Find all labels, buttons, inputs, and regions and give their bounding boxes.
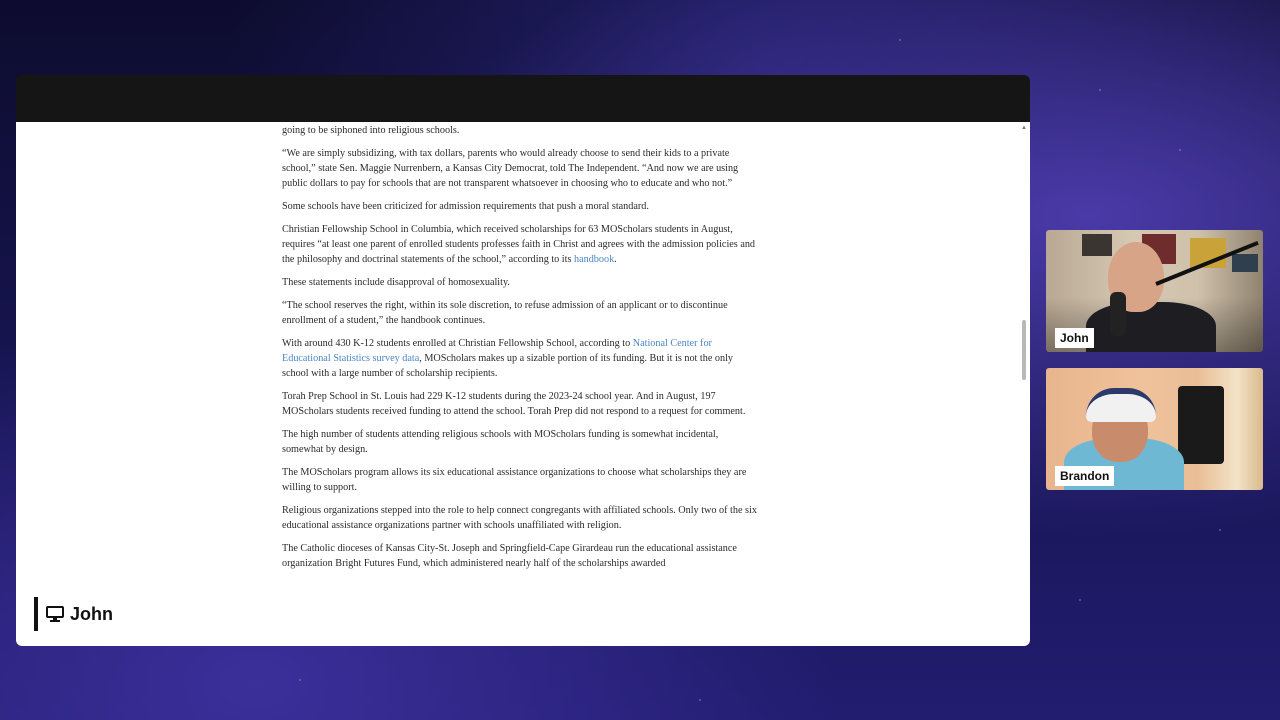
- webcam-tile-john[interactable]: John: [1046, 230, 1263, 352]
- participant-name-label: John: [1055, 328, 1094, 348]
- article-paragraph: “The school reserves the right, within i…: [282, 298, 758, 328]
- article-text: The MOScholars program allows its six ed…: [282, 467, 747, 493]
- browser-page[interactable]: going to be siphoned into religious scho…: [16, 122, 1030, 646]
- vertical-scrollbar[interactable]: ▲ ▼: [1020, 122, 1028, 646]
- article-paragraph: These statements include disapproval of …: [282, 275, 758, 290]
- article-paragraph: The MOScholars program allows its six ed…: [282, 465, 758, 495]
- article-paragraph: “We are simply subsidizing, with tax dol…: [282, 146, 758, 191]
- screen-share-window: going to be siphoned into religious scho…: [16, 75, 1030, 646]
- article-paragraph: Torah Prep School in St. Louis had 229 K…: [282, 389, 758, 419]
- article-text: The Catholic dioceses of Kansas City-St.…: [282, 543, 737, 569]
- article-paragraph: Some schools have been criticized for ad…: [282, 199, 758, 214]
- participant-name-label: Brandon: [1055, 466, 1115, 486]
- monitor-icon: [46, 606, 64, 622]
- article-paragraph: Christian Fellowship School in Columbia,…: [282, 222, 758, 267]
- hanging-shirt: [1178, 386, 1224, 464]
- presenter-name-tag: John: [34, 597, 122, 631]
- article-paragraph: The high number of students attending re…: [282, 427, 758, 457]
- article-text: Religious organizations stepped into the…: [282, 505, 757, 531]
- webcam-tile-brandon[interactable]: Brandon: [1046, 368, 1263, 490]
- article-paragraph: With around 430 K-12 students enrolled a…: [282, 336, 758, 381]
- article-text: Christian Fellowship School in Columbia,…: [282, 224, 756, 265]
- wall-poster: [1082, 234, 1112, 256]
- scroll-up-arrow-icon[interactable]: ▲: [1020, 124, 1028, 132]
- baseball-cap: [1086, 388, 1156, 422]
- person-body: [1086, 302, 1216, 352]
- article-text: “The school reserves the right, within i…: [282, 300, 728, 326]
- scroll-thumb[interactable]: [1022, 320, 1026, 380]
- microphone: [1110, 292, 1126, 336]
- article-text: .: [614, 254, 617, 265]
- article-paragraph: The Catholic dioceses of Kansas City-St.…: [282, 541, 758, 571]
- article-text: These statements include disapproval of …: [282, 277, 510, 288]
- article-text: “We are simply subsidizing, with tax dol…: [282, 148, 739, 189]
- article-body: going to be siphoned into religious scho…: [282, 122, 758, 579]
- article-paragraph: going to be siphoned into religious scho…: [282, 123, 758, 138]
- article-text: Torah Prep School in St. Louis had 229 K…: [282, 391, 746, 417]
- article-link[interactable]: handbook: [574, 254, 614, 265]
- presenter-name: John: [70, 603, 113, 624]
- article-text: With around 430 K-12 students enrolled a…: [282, 338, 633, 349]
- article-text: Some schools have been criticized for ad…: [282, 201, 649, 212]
- article-paragraph: Religious organizations stepped into the…: [282, 503, 758, 533]
- article-text: going to be siphoned into religious scho…: [282, 125, 460, 136]
- article-text: The high number of students attending re…: [282, 429, 719, 455]
- wall-poster: [1232, 254, 1258, 272]
